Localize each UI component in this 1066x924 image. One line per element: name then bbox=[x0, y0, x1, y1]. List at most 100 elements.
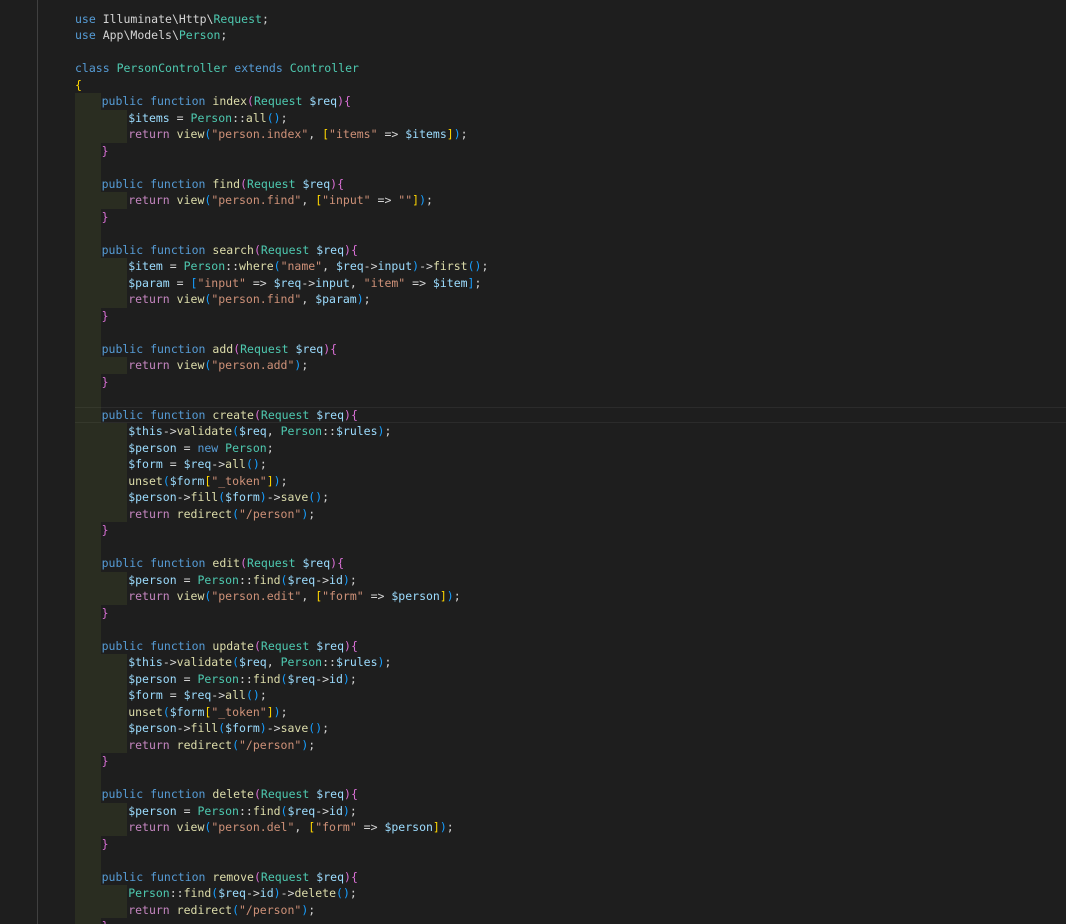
code-token: "items" bbox=[329, 127, 378, 141]
code-token: PersonController bbox=[116, 61, 228, 75]
code-token: function bbox=[150, 94, 206, 108]
code-token: $person bbox=[128, 572, 177, 587]
code-token: public bbox=[101, 407, 144, 422]
code-token: ] bbox=[266, 473, 274, 488]
code-token: id bbox=[329, 572, 343, 587]
code-token: $req bbox=[302, 176, 331, 191]
code-text: return view("person.edit", ["form" => $p… bbox=[128, 588, 460, 605]
code-token: ; bbox=[266, 440, 274, 455]
code-token: ) bbox=[344, 242, 351, 257]
indent-guide bbox=[101, 423, 127, 440]
code-token: ; bbox=[322, 490, 330, 504]
code-token: fill bbox=[190, 721, 219, 735]
code-token: "" bbox=[398, 193, 413, 207]
code-text: $this->validate($req, Person::$rules); bbox=[128, 423, 391, 440]
code-token: ( bbox=[245, 457, 253, 471]
code-token: function bbox=[150, 869, 206, 884]
code-token: ) bbox=[344, 638, 351, 653]
code-text: public function update(Request $req){ bbox=[102, 638, 358, 655]
code-token: ( bbox=[253, 407, 261, 422]
code-token: delete bbox=[212, 787, 254, 801]
code-token: return bbox=[128, 589, 170, 603]
code-token: "form" bbox=[315, 820, 357, 834]
code-text: Person::find($req->id)->delete(); bbox=[128, 885, 357, 902]
code-token: = bbox=[162, 688, 184, 702]
code-token: $item bbox=[432, 275, 468, 290]
code-token: ; bbox=[426, 193, 433, 207]
code-token: Illuminate\Http\ bbox=[95, 11, 214, 26]
code-token: ) bbox=[344, 787, 351, 801]
code-token: ( bbox=[266, 110, 274, 125]
code-token: -> bbox=[315, 572, 330, 587]
code-token: Request bbox=[260, 869, 310, 884]
code-token: save bbox=[280, 721, 309, 735]
code-token: ] bbox=[266, 704, 274, 719]
indent-guide bbox=[75, 753, 101, 770]
indent-guide bbox=[75, 637, 101, 654]
code-token: ; bbox=[349, 671, 357, 686]
code-token: redirect bbox=[176, 737, 233, 752]
code-token: ; bbox=[280, 704, 288, 719]
code-token: ( bbox=[240, 176, 248, 191]
code-token: ; bbox=[261, 11, 269, 26]
code-token: ; bbox=[446, 820, 454, 834]
code-text: $person->fill($form)->save(); bbox=[128, 720, 329, 737]
code-token: ; bbox=[220, 28, 228, 42]
indent-guide bbox=[75, 736, 101, 753]
code-token: ( bbox=[467, 259, 475, 273]
code-token: "person.index" bbox=[211, 127, 309, 141]
code-editor[interactable]: use Illuminate\Http\Request; use App\Mode… bbox=[0, 0, 1066, 924]
code-token: Request bbox=[247, 556, 296, 570]
code-token: $person bbox=[128, 490, 177, 504]
code-token: function bbox=[150, 787, 206, 801]
indent-guide bbox=[75, 241, 101, 258]
code-token: } bbox=[101, 523, 109, 537]
code-token: all bbox=[245, 110, 267, 125]
code-text: public function edit(Request $req){ bbox=[102, 555, 344, 572]
indent-guide bbox=[75, 522, 101, 539]
code-token: use bbox=[75, 28, 96, 42]
code-token: ) bbox=[342, 572, 350, 587]
code-token: ) bbox=[252, 688, 260, 702]
code-text: unset($form["_token"]); bbox=[128, 704, 287, 721]
code-text: return view("person.find", $param); bbox=[128, 291, 370, 308]
code-token: id bbox=[259, 886, 274, 900]
code-token: $form bbox=[225, 721, 260, 735]
code-token: , bbox=[301, 193, 316, 207]
code-text: public function delete(Request $req){ bbox=[102, 786, 358, 803]
code-token: $form bbox=[169, 704, 205, 719]
code-token: ) bbox=[259, 721, 267, 735]
indent-guide bbox=[75, 390, 101, 407]
code-token: { bbox=[330, 341, 338, 356]
code-token: $req bbox=[316, 869, 344, 884]
code-token: => bbox=[370, 193, 399, 207]
code-token: redirect bbox=[176, 506, 233, 521]
indent-guide bbox=[75, 868, 101, 885]
code-token: ( bbox=[336, 886, 343, 900]
code-token: = bbox=[162, 259, 184, 273]
code-token: $req bbox=[287, 572, 316, 587]
code-text: return redirect("/person"); bbox=[128, 737, 315, 754]
indent-guide bbox=[75, 769, 101, 786]
code-token: ) bbox=[439, 820, 447, 834]
code-text: } bbox=[102, 918, 109, 924]
code-token: $req bbox=[302, 556, 331, 570]
code-text: $item = Person::where("name", $req->inpu… bbox=[128, 258, 488, 275]
indent-guide bbox=[75, 621, 101, 638]
code-text: $param = ["input" => $req->input, "item"… bbox=[128, 275, 481, 292]
code-token: $form bbox=[169, 473, 205, 488]
indent-guide bbox=[101, 274, 127, 291]
indent-guide bbox=[75, 885, 101, 902]
code-token: => bbox=[405, 275, 433, 290]
code-text: } bbox=[102, 308, 109, 325]
code-token: Request bbox=[253, 94, 303, 108]
code-token: all bbox=[225, 457, 246, 471]
code-text: } bbox=[102, 143, 109, 160]
code-text: $person = Person::find($req->id); bbox=[128, 803, 357, 820]
code-token: { bbox=[337, 176, 345, 191]
code-token: -> bbox=[266, 721, 281, 735]
code-token: Request bbox=[260, 787, 310, 801]
code-token: ) bbox=[342, 803, 350, 818]
